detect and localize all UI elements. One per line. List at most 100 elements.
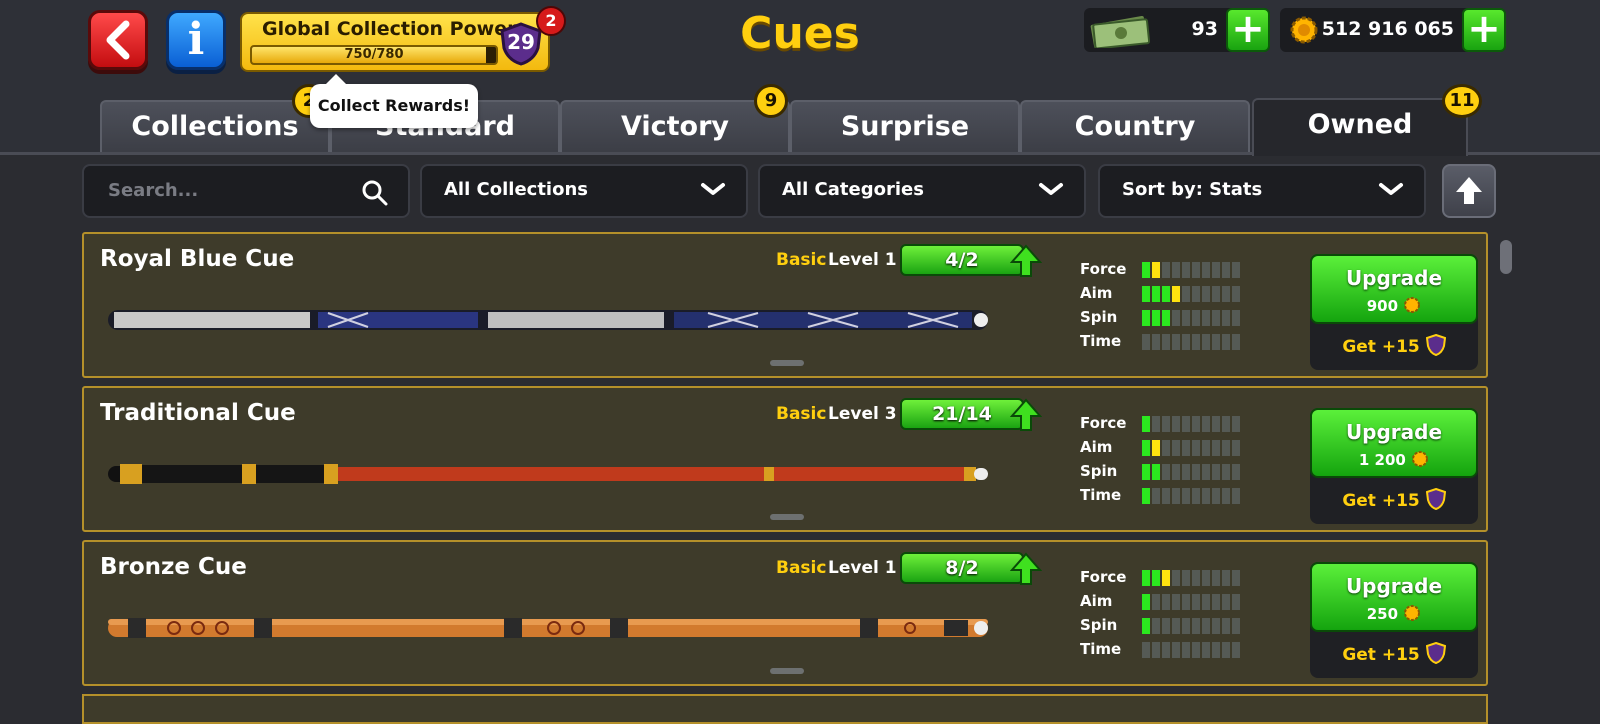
drag-handle[interactable] <box>770 668 804 674</box>
stat-segment <box>1182 594 1190 610</box>
get-bonus-button[interactable]: Get +15 <box>1310 487 1478 511</box>
stat-segment <box>1142 570 1150 586</box>
stat-segment <box>1222 642 1230 658</box>
upgrade-panel: Upgrade 250 Get +15 <box>1310 562 1478 678</box>
collections-dropdown[interactable]: All Collections <box>420 164 748 218</box>
gcp-progress-text: 750/780 <box>344 47 404 62</box>
stat-segment <box>1192 618 1200 634</box>
stat-segment <box>1172 310 1180 326</box>
stat-bar-force <box>1142 570 1240 586</box>
collection-level: 29 <box>507 30 535 54</box>
stat-segment <box>1192 464 1200 480</box>
search-field[interactable]: Search... <box>82 164 410 218</box>
tab-owned[interactable]: Owned <box>1252 98 1468 156</box>
stat-segment <box>1232 618 1240 634</box>
cue-level: Level 1 <box>828 558 897 578</box>
add-coins-button[interactable]: + <box>1462 8 1506 52</box>
plus-icon: + <box>1231 6 1265 52</box>
add-cash-button[interactable]: + <box>1226 8 1270 52</box>
collect-rewards-tooltip[interactable]: Collect Rewards! <box>310 74 478 128</box>
chevron-left-icon <box>106 20 130 60</box>
stat-bar-time <box>1142 642 1240 658</box>
stat-segment <box>1142 642 1150 658</box>
stat-segment <box>1222 416 1230 432</box>
stat-segment <box>1222 464 1230 480</box>
stat-segment <box>1162 416 1170 432</box>
stat-label-force: Force <box>1080 568 1127 586</box>
upgrade-button[interactable]: Upgrade 250 <box>1310 562 1478 632</box>
get-bonus-button[interactable]: Get +15 <box>1310 641 1478 665</box>
stat-segment <box>1172 488 1180 504</box>
arrow-up-icon <box>1456 177 1482 204</box>
scrollbar-thumb[interactable] <box>1500 240 1512 274</box>
stat-bar-spin <box>1142 310 1240 326</box>
stat-segment <box>1162 594 1170 610</box>
stat-bar-time <box>1142 488 1240 504</box>
sort-dropdown[interactable]: Sort by: Stats <box>1098 164 1426 218</box>
coins-display: 512 916 065 + <box>1280 8 1506 52</box>
stat-bar-spin <box>1142 618 1240 634</box>
cue-card-bronze[interactable]: Bronze Cue Basic Level 1 8/2 Force Aim S… <box>82 540 1488 686</box>
stat-segment <box>1182 416 1190 432</box>
upgrade-label: Upgrade <box>1345 420 1443 444</box>
get-bonus-button[interactable]: Get +15 <box>1310 333 1478 357</box>
stat-segment <box>1182 310 1190 326</box>
stat-segment <box>1202 570 1210 586</box>
coin-icon <box>1412 451 1429 467</box>
tab-victory-badge: 9 <box>754 84 788 118</box>
stat-segment <box>1172 286 1180 302</box>
stat-label-aim: Aim <box>1080 284 1113 302</box>
info-button[interactable]: i <box>166 10 226 70</box>
categories-dropdown-value: All Categories <box>782 179 924 200</box>
stat-segment <box>1172 440 1180 456</box>
get-bonus-label: Get +15 <box>1342 337 1420 357</box>
categories-dropdown[interactable]: All Categories <box>758 164 1086 218</box>
stat-segment <box>1212 334 1220 350</box>
stat-segment <box>1222 262 1230 278</box>
cue-progress: 21/14 <box>900 398 1024 430</box>
stat-segment <box>1202 286 1210 302</box>
stat-segment <box>1152 594 1160 610</box>
stat-segment <box>1212 440 1220 456</box>
stat-segment <box>1182 286 1190 302</box>
drag-handle[interactable] <box>770 360 804 366</box>
stat-segment <box>1162 464 1170 480</box>
stat-segment <box>1212 286 1220 302</box>
cue-rarity: Basic <box>776 558 827 578</box>
cash-display: 93 + <box>1084 8 1270 52</box>
drag-handle[interactable] <box>770 514 804 520</box>
cue-card-traditional[interactable]: Traditional Cue Basic Level 3 21/14 Forc… <box>82 386 1488 532</box>
cue-level: Level 1 <box>828 250 897 270</box>
get-bonus-label: Get +15 <box>1342 491 1420 511</box>
cue-card-royal-blue[interactable]: Royal Blue Cue Basic Level 1 4/2 Force A… <box>82 232 1488 378</box>
stat-segment <box>1212 642 1220 658</box>
stat-segment <box>1192 594 1200 610</box>
stat-segment <box>1232 488 1240 504</box>
stat-segment <box>1202 618 1210 634</box>
cue-image <box>108 618 988 638</box>
stat-segment <box>1192 262 1200 278</box>
stat-segment <box>1202 594 1210 610</box>
cue-name: Bronze Cue <box>100 554 247 580</box>
stat-segment <box>1232 464 1240 480</box>
stat-segment <box>1172 262 1180 278</box>
stat-label-time: Time <box>1080 486 1122 504</box>
stat-segment <box>1192 334 1200 350</box>
stat-segment <box>1162 488 1170 504</box>
upgrade-cost: 1 200 <box>1312 450 1476 469</box>
stat-segment <box>1222 334 1230 350</box>
sort-direction-button[interactable] <box>1442 164 1496 218</box>
tab-surprise[interactable]: Surprise <box>790 100 1020 152</box>
upgrade-button[interactable]: Upgrade 1 200 <box>1310 408 1478 478</box>
stat-bar-force <box>1142 416 1240 432</box>
stat-segment <box>1172 334 1180 350</box>
upgrade-button[interactable]: Upgrade 900 <box>1310 254 1478 324</box>
stat-segment <box>1202 416 1210 432</box>
stat-segment <box>1202 464 1210 480</box>
back-button[interactable] <box>88 10 148 70</box>
stat-segment <box>1192 310 1200 326</box>
tab-country[interactable]: Country <box>1020 100 1250 152</box>
stat-segment <box>1192 416 1200 432</box>
stat-segment <box>1142 618 1150 634</box>
stat-label-time: Time <box>1080 640 1122 658</box>
